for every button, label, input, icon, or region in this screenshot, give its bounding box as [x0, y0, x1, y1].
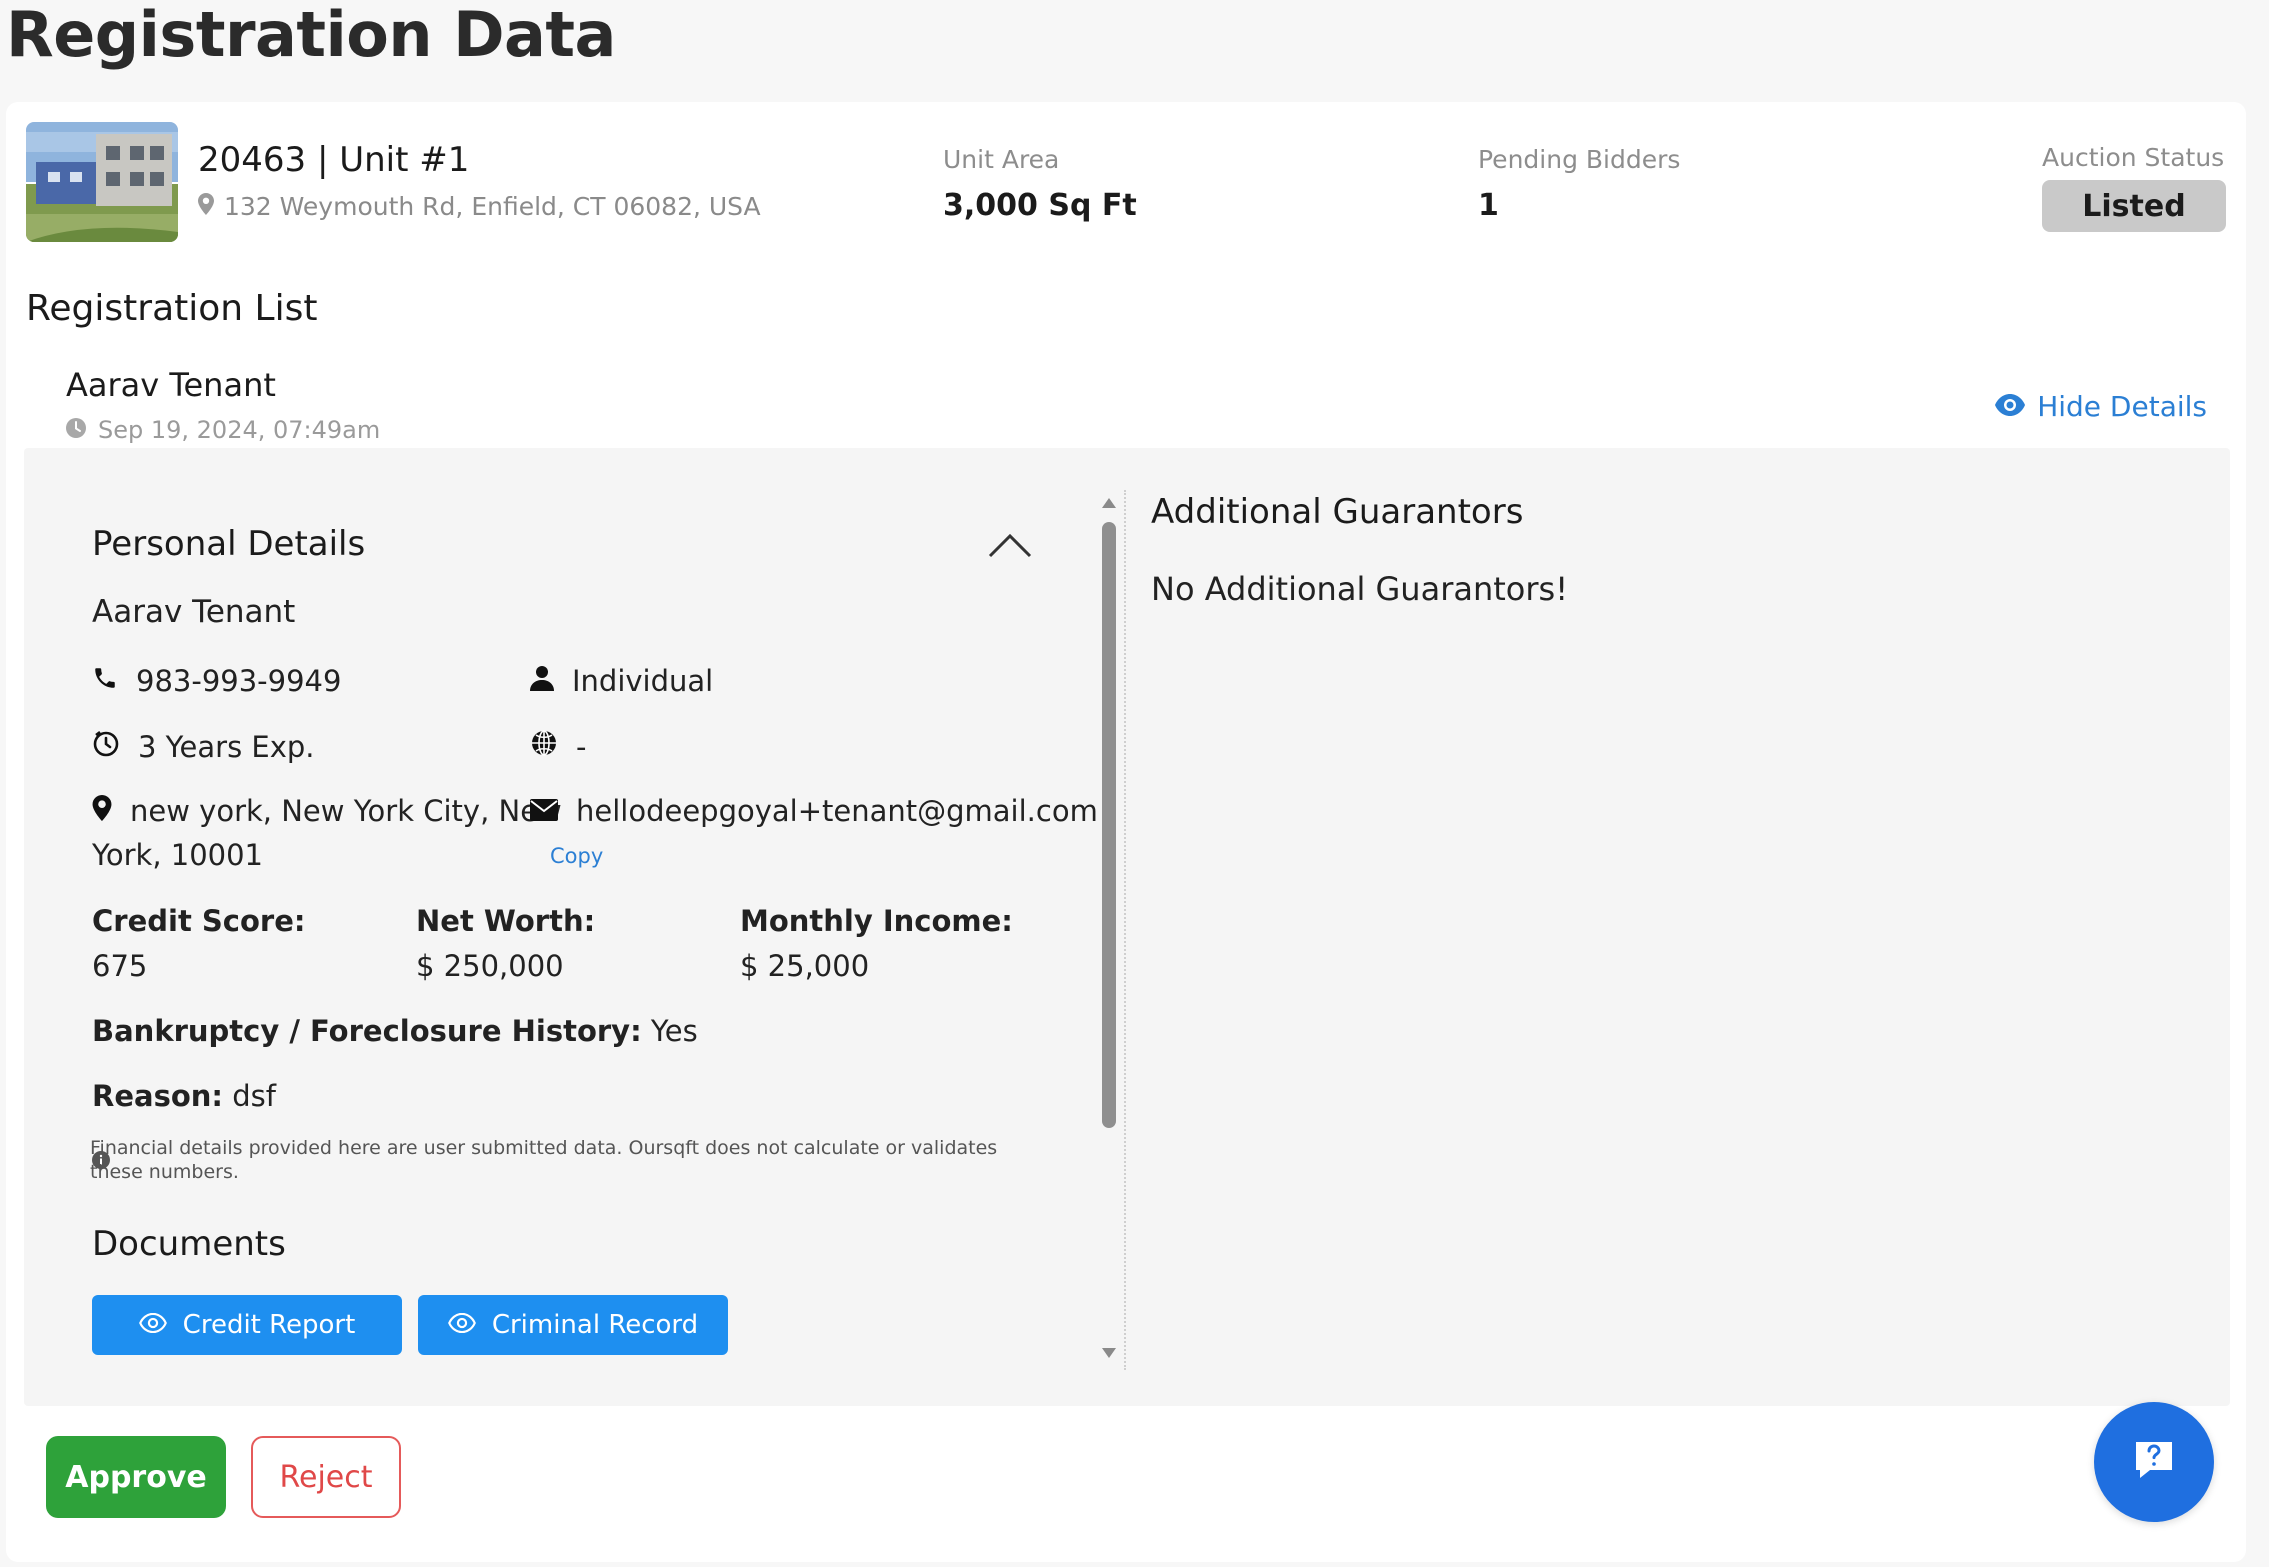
auction-status-label: Auction Status [2042, 143, 2225, 172]
property-address: 132 Weymouth Rd, Enfield, CT 06082, USA [198, 192, 761, 221]
reason-label: Reason: [92, 1079, 223, 1113]
no-guarantors-text: No Additional Guarantors! [1151, 570, 1569, 608]
registrant-name: Aarav Tenant [66, 366, 276, 404]
type-value: Individual [572, 664, 714, 698]
net-worth-value: $ 250,000 [416, 949, 564, 983]
credit-score-label: Credit Score: [92, 904, 306, 938]
registration-details-panel [24, 448, 2230, 1406]
personal-name: Aarav Tenant [92, 594, 296, 630]
credit-report-label: Credit Report [182, 1310, 356, 1340]
type-row: Individual [530, 664, 713, 698]
timer-icon [92, 729, 120, 764]
phone-row: 983-993-9949 [92, 664, 341, 698]
pending-bidders-label: Pending Bidders [1478, 145, 1681, 174]
personal-details-title: Personal Details [92, 524, 366, 564]
reject-button[interactable]: Reject [251, 1436, 401, 1518]
registration-timestamp: Sep 19, 2024, 07:49am [66, 416, 380, 444]
timestamp-text: Sep 19, 2024, 07:49am [98, 416, 381, 444]
credit-report-button[interactable]: Credit Report [92, 1295, 402, 1355]
phone-icon [92, 664, 118, 698]
financial-disclaimer: Financial details provided here are user… [90, 1137, 998, 1183]
email-value: hellodeepgoyal+tenant@gmail.com [576, 794, 1098, 828]
phone-value: 983-993-9949 [136, 664, 342, 698]
map-pin-icon [198, 192, 214, 221]
additional-guarantors-title: Additional Guarantors [1151, 492, 1524, 532]
documents-title: Documents [92, 1224, 286, 1264]
property-title: 20463 | Unit #1 [198, 140, 470, 180]
property-thumbnail [26, 122, 178, 242]
reason-value: dsf [232, 1079, 276, 1113]
experience-row: 3 Years Exp. [92, 729, 315, 764]
monthly-income-value: $ 25,000 [740, 949, 870, 983]
website-row: - [530, 729, 586, 764]
email-row: hellodeepgoyal+tenant@gmail.com [530, 794, 1098, 828]
bankruptcy-row: Bankruptcy / Foreclosure History: Yes [92, 1014, 698, 1048]
eye-icon [138, 1310, 167, 1340]
location-line2: York, 10001 [92, 838, 264, 872]
location-row: new york, New York City, New [92, 794, 562, 828]
bankruptcy-value: Yes [650, 1014, 698, 1048]
website-value: - [576, 729, 587, 764]
scrollbar-thumb[interactable] [1102, 522, 1116, 1128]
bankruptcy-label: Bankruptcy / Foreclosure History: [92, 1014, 642, 1048]
approve-button[interactable]: Approve [46, 1436, 226, 1518]
eye-icon [1995, 390, 2026, 423]
monthly-income-label: Monthly Income: [740, 904, 1013, 938]
pending-bidders-value: 1 [1478, 188, 1499, 223]
property-address-text: 132 Weymouth Rd, Enfield, CT 06082, USA [224, 192, 761, 221]
reason-row: Reason: dsf [92, 1079, 276, 1113]
column-divider [1124, 490, 1126, 1370]
globe-icon [530, 729, 558, 764]
experience-value: 3 Years Exp. [138, 729, 315, 764]
copy-email-link[interactable]: Copy [550, 844, 603, 868]
eye-icon [447, 1310, 476, 1340]
auction-status-badge: Listed [2042, 180, 2226, 232]
net-worth-label: Net Worth: [416, 904, 596, 938]
criminal-record-button[interactable]: Criminal Record [418, 1295, 728, 1355]
hide-details-button[interactable]: Hide Details [1995, 390, 2207, 423]
location-pin-icon [92, 794, 112, 828]
credit-score-value: 675 [92, 949, 148, 983]
registration-list-title: Registration List [26, 288, 318, 329]
help-chat-icon [2130, 1436, 2178, 1488]
criminal-record-label: Criminal Record [491, 1310, 699, 1340]
unit-area-label: Unit Area [943, 145, 1060, 174]
location-line1: new york, New York City, New [130, 794, 562, 828]
user-icon [530, 664, 554, 698]
page-title: Registration Data [6, 0, 616, 71]
clock-icon [66, 416, 86, 444]
chevron-up-icon[interactable] [988, 532, 1032, 562]
help-chat-button[interactable] [2094, 1402, 2214, 1522]
unit-area-value: 3,000 Sq Ft [943, 188, 1137, 223]
hide-details-label: Hide Details [2037, 390, 2207, 423]
envelope-icon [530, 794, 558, 828]
